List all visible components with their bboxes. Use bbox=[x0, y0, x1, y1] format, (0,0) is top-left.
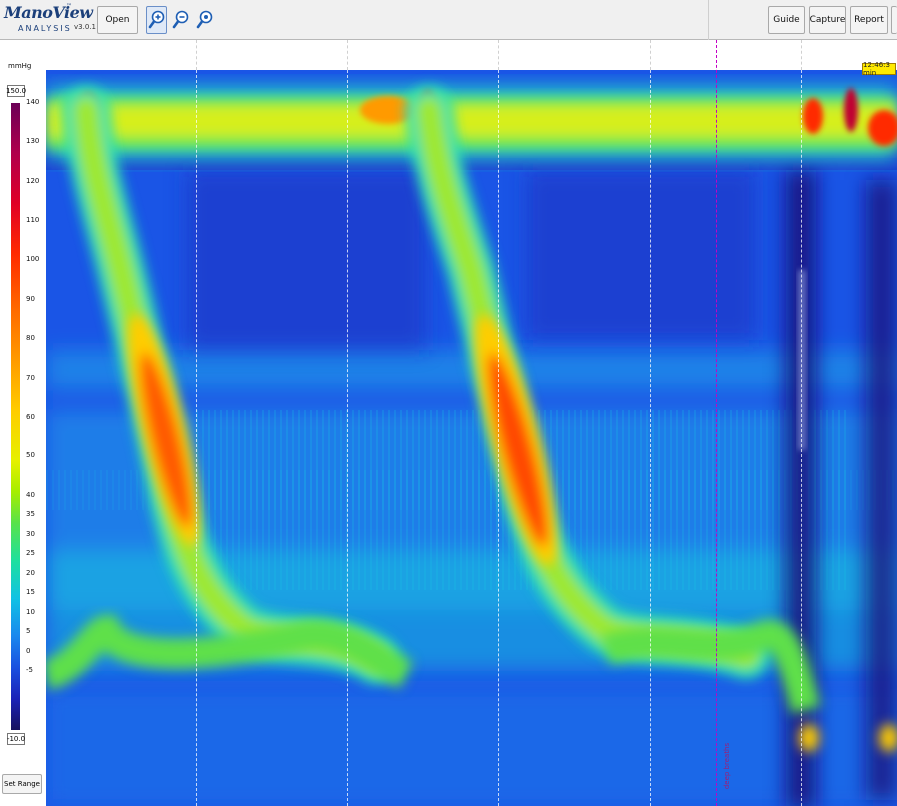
annotation-label: deep breaths bbox=[718, 732, 731, 806]
scale-min-field[interactable]: -10.0 bbox=[7, 733, 25, 745]
scale-tick-label: 40 bbox=[26, 491, 35, 499]
scale-tick-label: 70 bbox=[26, 374, 35, 382]
zoom-out-button[interactable] bbox=[170, 6, 191, 34]
logo-subtitle: ANALYSIS bbox=[18, 24, 72, 33]
set-range-button[interactable]: Set Range bbox=[2, 774, 42, 794]
color-scale-panel: mmHg 150.0 140 130 120 110 100 90 80 70 60 50 40 35… bbox=[0, 40, 46, 806]
color-scale-bar bbox=[11, 103, 20, 730]
pressure-topography-plot[interactable] bbox=[46, 70, 897, 806]
event-marker-top bbox=[801, 40, 802, 70]
version-label: v3.0.1 bbox=[74, 23, 96, 31]
scale-tick-label: 100 bbox=[26, 255, 40, 263]
event-line bbox=[801, 70, 802, 806]
more-button[interactable] bbox=[891, 6, 897, 34]
annotation-text: deep breaths bbox=[723, 742, 731, 790]
annotation-marker-line[interactable] bbox=[716, 40, 717, 806]
zoom-in-icon bbox=[148, 10, 164, 29]
pressure-heatmap bbox=[46, 70, 897, 806]
toolbar: ManoView ™ ANALYSIS v3.0.1 Open Guide Ca… bbox=[0, 0, 897, 40]
scale-tick-label: 130 bbox=[26, 137, 40, 145]
scale-max-field[interactable]: 150.0 bbox=[6, 85, 26, 97]
scale-tick-label: -5 bbox=[26, 666, 33, 674]
time-bar bbox=[46, 40, 897, 70]
open-button[interactable]: Open bbox=[97, 6, 138, 34]
scale-tick-label: 5 bbox=[26, 627, 31, 635]
capture-button[interactable]: Capture bbox=[809, 6, 846, 34]
report-button[interactable]: Report bbox=[850, 6, 888, 34]
scale-tick-label: 80 bbox=[26, 334, 35, 342]
guide-button[interactable]: Guide bbox=[768, 6, 805, 34]
scale-tick-label: 50 bbox=[26, 451, 35, 459]
logo-trademark: ™ bbox=[66, 3, 72, 10]
event-marker-top bbox=[650, 40, 651, 70]
scale-tick-label: 15 bbox=[26, 588, 35, 596]
unit-label: mmHg bbox=[8, 62, 32, 70]
event-line bbox=[650, 70, 651, 806]
zoom-in-button[interactable] bbox=[146, 6, 167, 34]
scale-tick-label: 140 bbox=[26, 98, 40, 106]
scale-tick-label: 60 bbox=[26, 413, 35, 421]
scale-tick-label: 20 bbox=[26, 569, 35, 577]
toolbar-separator bbox=[708, 0, 709, 40]
event-line bbox=[196, 70, 197, 806]
time-label: 12:46:3 min bbox=[862, 61, 896, 77]
scale-tick-label: 25 bbox=[26, 549, 35, 557]
scale-tick-label: 120 bbox=[26, 177, 40, 185]
scale-tick-label: 90 bbox=[26, 295, 35, 303]
manoview-logo: ManoView ™ ANALYSIS bbox=[2, 3, 93, 37]
event-line bbox=[498, 70, 499, 806]
event-marker-top bbox=[196, 40, 197, 70]
scale-tick-label: 0 bbox=[26, 647, 31, 655]
event-line bbox=[347, 70, 348, 806]
scale-tick-label: 110 bbox=[26, 216, 40, 224]
scale-tick-label: 30 bbox=[26, 530, 35, 538]
event-marker-top bbox=[347, 40, 348, 70]
zoom-reset-icon bbox=[196, 10, 212, 29]
zoom-out-icon bbox=[172, 10, 188, 29]
zoom-reset-button[interactable] bbox=[194, 6, 215, 34]
scale-tick-label: 10 bbox=[26, 608, 35, 616]
logo-text: ManoView bbox=[4, 3, 93, 22]
scale-tick-label: 35 bbox=[26, 510, 35, 518]
event-marker-top bbox=[498, 40, 499, 70]
